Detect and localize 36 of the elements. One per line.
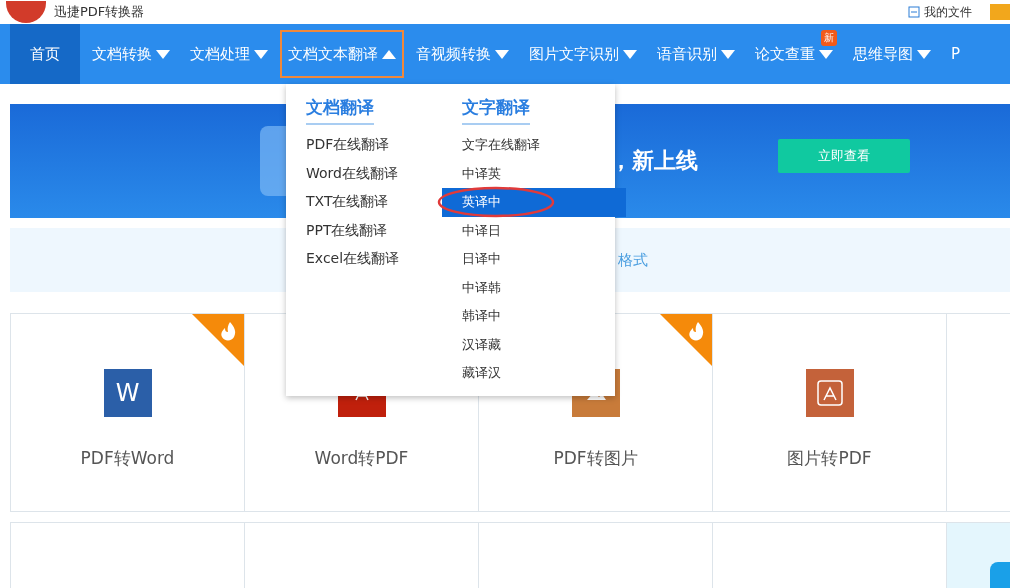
app-name: 迅捷PDF转换器 <box>54 3 145 21</box>
banner-headline: ，新上线 <box>610 147 698 175</box>
menu-heading: 文档翻译 <box>306 96 374 125</box>
caret-icon <box>721 49 735 59</box>
tool-title: PDF转图片 <box>553 447 638 470</box>
file-icon <box>908 6 920 18</box>
file-type-icon: W <box>103 369 152 417</box>
menu-item[interactable]: Excel在线翻译 <box>306 245 400 274</box>
menu-item[interactable]: 中译韩 <box>462 273 502 302</box>
new-badge: 新 <box>821 30 837 46</box>
menu-item[interactable]: Word在线翻译 <box>306 159 398 188</box>
menu-item[interactable]: 日译中 <box>462 245 502 274</box>
caret-icon <box>156 49 170 59</box>
menu-item[interactable]: PDF在线翻译 <box>306 131 390 160</box>
nav-tab[interactable]: 首页 <box>10 24 80 84</box>
caret-icon <box>382 49 396 59</box>
caret-icon <box>819 49 833 59</box>
my-files-link[interactable]: 我的文件 <box>924 3 972 21</box>
caret-icon <box>495 49 509 59</box>
tool-card[interactable]: 图片转PDF <box>713 314 947 512</box>
menu-item[interactable]: 中译英 <box>462 159 502 188</box>
menu-item[interactable]: TXT在线翻译 <box>306 188 389 217</box>
menu-heading: 文字翻译 <box>462 96 531 125</box>
info-text: 格式 <box>618 250 648 270</box>
logo-icon <box>6 1 46 23</box>
caret-icon <box>917 49 931 59</box>
menu-item[interactable]: 中译日 <box>462 216 502 245</box>
tool-title: PDF转Word <box>80 447 175 470</box>
file-type-icon <box>805 369 854 417</box>
menu-item[interactable]: 文字在线翻译 <box>462 131 541 160</box>
tool-title: Word转PDF <box>314 447 409 470</box>
caret-icon <box>254 49 268 59</box>
caret-icon <box>623 49 637 59</box>
tool-title: 图片转PDF <box>787 447 872 470</box>
tool-card[interactable]: W PDF转Word <box>11 314 245 512</box>
menu-item[interactable]: PPT在线翻译 <box>306 216 388 245</box>
